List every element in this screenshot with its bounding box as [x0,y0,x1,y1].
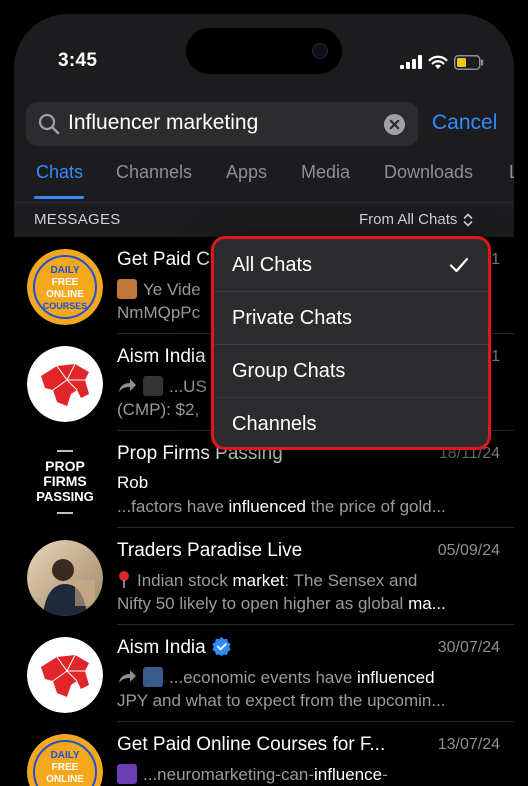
tab-channels[interactable]: Channels [116,162,192,183]
message-snippet: ...factors have influenced the price of … [117,497,446,516]
active-tab-indicator [34,196,84,199]
tab-media[interactable]: Media [301,162,350,183]
section-title: MESSAGES [34,211,121,228]
image-thumbnail-icon [143,667,163,687]
list-item[interactable]: Traders Paradise Live 05/09/24 Indian st… [14,528,514,625]
dynamic-island [186,28,342,74]
chat-date: 1 [491,348,500,365]
list-item[interactable]: DAILY FREE ONLINE COURSES Get Paid Onlin… [14,722,514,786]
svg-text:FREE: FREE [52,277,79,288]
menu-item-all-chats[interactable]: All Chats [214,239,488,292]
message-snippet-line2: JPY and what to expect from the upcomin.… [117,691,446,710]
avatar [27,637,103,713]
search-row: Influencer marketing Cancel [26,102,504,146]
chat-title: Aism India [117,637,231,659]
message-snippet: Ye Vide [117,279,201,300]
image-thumbnail-icon [143,376,163,396]
svg-text:PASSING: PASSING [36,489,94,504]
avatar: DAILY FREE ONLINE COURSES [27,734,103,786]
tab-apps[interactable]: Apps [226,162,267,183]
message-snippet: ...neuromarketing-can-influence- [117,764,388,785]
menu-item-label: All Chats [232,254,313,276]
clear-search-icon[interactable] [384,114,405,135]
status-time: 3:45 [58,50,98,71]
svg-text:ONLINE: ONLINE [46,774,84,785]
phone-screen: 3:45 Influencer marketing Cancel Chats C… [14,14,514,786]
menu-item-label: Channels [232,413,317,435]
verified-badge-icon [212,637,231,656]
status-icons [400,54,484,70]
image-thumbnail-icon [117,279,137,299]
chat-date: 13/07/24 [437,736,500,753]
chat-filter-menu: All Chats Private Chats Group Chats Chan… [211,236,491,450]
camera-icon [312,43,328,59]
message-snippet: ...US [117,376,207,397]
chat-title: Aism India [117,346,206,367]
battery-icon [454,54,484,70]
sender-name: Rob [117,473,149,492]
avatar [27,346,103,422]
list-item[interactable]: Aism India 30/07/24 ...economic events h… [14,625,514,722]
chat-title: Traders Paradise Live [117,540,303,561]
tab-downloads[interactable]: Downloads [384,162,473,183]
chevron-up-down-icon [464,213,473,226]
menu-item-group-chats[interactable]: Group Chats [214,345,488,398]
message-snippet: ...economic events have influenced [117,667,435,688]
tab-chats[interactable]: Chats [36,162,83,183]
avatar [27,540,103,616]
menu-item-label: Private Chats [232,307,353,329]
svg-text:ONLINE: ONLINE [46,289,84,300]
svg-text:DAILY: DAILY [50,265,79,276]
cancel-button[interactable]: Cancel [432,111,497,135]
image-thumbnail-icon [117,764,137,784]
forward-icon [119,379,136,392]
avatar: PROP FIRMS PASSING [27,443,103,519]
menu-item-label: Group Chats [232,360,346,382]
screenshot-frame: 3:45 Influencer marketing Cancel Chats C… [0,0,528,786]
tab-links[interactable]: L [509,162,514,183]
messages-section-header: MESSAGES From All Chats [14,203,514,237]
search-tabs: Chats Channels Apps Media Downloads L [14,162,514,202]
menu-item-private-chats[interactable]: Private Chats [214,292,488,345]
svg-text:COURSES: COURSES [43,301,88,311]
svg-text:PROP: PROP [45,458,85,474]
signal-icon [400,55,422,69]
svg-text:DAILY: DAILY [50,750,79,761]
message-snippet-line2: NmMQpPc [117,303,201,322]
menu-item-channels[interactable]: Channels [214,398,488,447]
message-snippet-line2: Nifty 50 likely to open higher as global… [117,594,446,613]
svg-text:FREE: FREE [52,762,79,773]
chat-title: Get Paid C [117,249,210,270]
chat-date: 05/09/24 [437,542,500,559]
forward-icon [119,670,136,683]
chat-date: 1 [491,251,500,268]
chat-date: 30/07/24 [437,639,500,656]
checkmark-icon [449,257,469,273]
search-field[interactable]: Influencer marketing [26,102,418,146]
message-snippet-line2: (CMP): $2, [117,400,200,419]
search-input[interactable]: Influencer marketing [68,111,258,135]
svg-text:FIRMS: FIRMS [43,473,87,489]
wifi-icon [428,55,448,69]
chat-filter-button[interactable]: From All Chats [359,211,473,228]
chat-title: Get Paid Online Courses for F... [117,734,386,755]
avatar: DAILY FREE ONLINE COURSES [27,249,103,325]
search-icon [38,113,60,135]
chat-filter-label: From All Chats [359,211,458,228]
message-snippet: Indian stock market: The Sensex and [117,570,417,591]
pin-icon [119,571,129,588]
